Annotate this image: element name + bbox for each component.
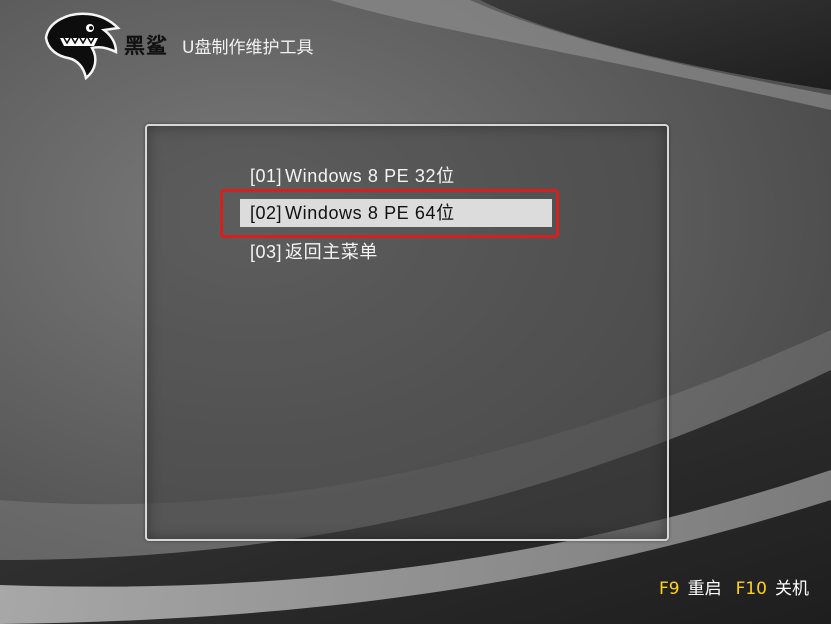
boot-menu-panel: [01] Windows 8 PE 32位 [02] Windows 8 PE 64… — [145, 124, 669, 541]
menu-item-win8pe-64[interactable]: [02] Windows 8 PE 64位 — [240, 199, 552, 227]
shark-logo-icon — [44, 12, 121, 81]
menu-item-label: Windows 8 PE 64位 — [285, 203, 455, 223]
menu-item-win8pe-32[interactable]: [01] Windows 8 PE 32位 — [250, 162, 455, 190]
shutdown-label[interactable]: 关机 — [775, 574, 809, 599]
menu-item-back-to-main[interactable]: [03] 返回主菜单 — [250, 238, 378, 266]
brand-name: 黑鲨 — [124, 34, 168, 58]
menu-item-label: Windows 8 PE 32位 — [285, 166, 455, 186]
boot-menu-screen: 黑鲨 U盘制作维护工具 [01] Windows 8 PE 32位 [02] Win… — [0, 0, 831, 624]
app-title: U盘制作维护工具 — [182, 37, 314, 58]
restart-hotkey[interactable]: F9 — [659, 579, 680, 599]
menu-item-label: 返回主菜单 — [285, 242, 379, 262]
hotkey-bar: F9 重启 F10 关机 — [659, 574, 815, 599]
menu-item-tag: [03] — [250, 242, 283, 262]
shutdown-hotkey[interactable]: F10 — [736, 579, 767, 599]
restart-label[interactable]: 重启 — [688, 574, 722, 599]
menu-item-tag: [02] — [250, 203, 283, 223]
menu-item-tag: [01] — [250, 166, 283, 186]
brand-logo: 黑鲨 U盘制作维护工具 — [38, 8, 313, 82]
